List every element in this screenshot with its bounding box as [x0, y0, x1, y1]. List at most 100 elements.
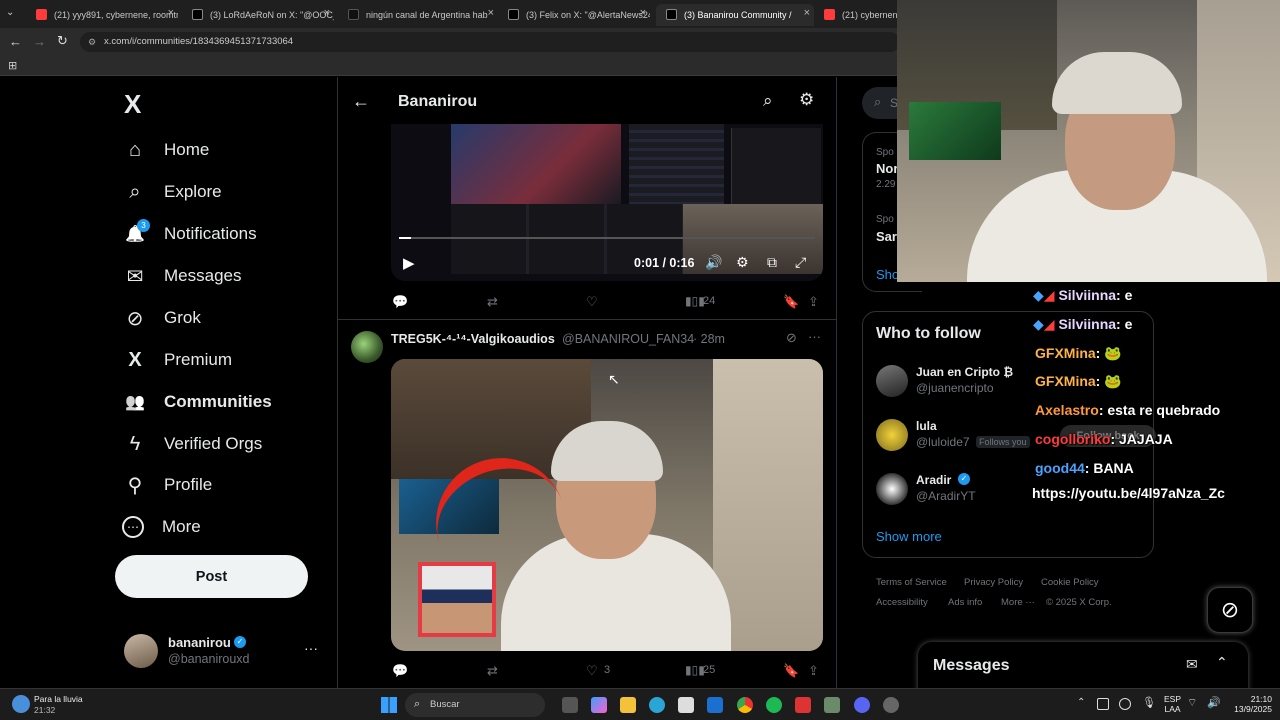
nav-messages[interactable]: ✉ Messages — [122, 259, 242, 293]
spotify-icon[interactable] — [766, 697, 782, 713]
share-icon[interactable]: ⇪ — [808, 663, 819, 679]
footer-privacy[interactable]: Privacy Policy — [964, 577, 1023, 588]
footer-accessibility[interactable]: Accessibility — [876, 597, 928, 608]
discord-icon[interactable] — [854, 697, 870, 713]
post-button[interactable]: Post — [115, 555, 308, 598]
clock[interactable]: 21:10 13/9/2025 — [1228, 694, 1272, 714]
forward-arrow-icon[interactable]: → — [33, 34, 46, 49]
footer-terms[interactable]: Terms of Service — [876, 577, 947, 588]
nav-home[interactable]: ⌂ Home — [122, 133, 209, 167]
search-icon[interactable]: ⌕ — [763, 91, 773, 111]
trend-title[interactable]: Sar — [876, 229, 897, 244]
messages-drawer[interactable]: Messages ✉ ⌃ — [918, 642, 1248, 688]
footer-more[interactable]: More ··· — [1001, 597, 1035, 608]
nav-explore[interactable]: ⌕ Explore — [122, 175, 221, 209]
volume-icon[interactable]: 🔊 — [1207, 696, 1221, 709]
site-info-icon[interactable]: ⚙ — [88, 32, 96, 52]
app-icon[interactable] — [883, 697, 899, 713]
account-switcher[interactable]: bananirou ✓ @bananirouxd ··· — [122, 632, 322, 672]
collapse-icon[interactable]: ⌃ — [1216, 654, 1228, 671]
grok-floating-button[interactable]: ⊘ — [1207, 587, 1253, 633]
close-icon[interactable]: × — [168, 7, 174, 19]
task-view-icon[interactable] — [562, 697, 578, 713]
post-more-icon[interactable]: ··· — [808, 329, 821, 344]
tray-icon[interactable] — [1097, 698, 1109, 710]
post2-handle[interactable]: @BANANIROU_FAN34 — [562, 332, 694, 346]
video-player[interactable]: ▶ 0:01 / 0:16 🔊 ⚙ ⧉ ⤢ — [391, 124, 823, 281]
account-more-icon[interactable]: ··· — [304, 640, 318, 656]
gear-icon[interactable]: ⚙ — [736, 254, 749, 271]
play-icon[interactable]: ▶ — [403, 254, 415, 272]
grok-icon[interactable]: ⊘ — [786, 330, 797, 346]
post2-avatar[interactable] — [351, 331, 383, 363]
like-icon[interactable]: ♡ — [586, 294, 598, 310]
new-message-icon[interactable]: ✉ — [1186, 656, 1198, 673]
suggestion-row[interactable]: Juan en Cripto ₿ @juanencripto — [876, 363, 1046, 399]
language-indicator[interactable]: ESP LAA — [1164, 694, 1181, 714]
views-icon[interactable]: ▮▯▮ — [685, 663, 705, 677]
bookmark-icon[interactable]: 🔖 — [783, 294, 799, 310]
footer-cookie[interactable]: Cookie Policy — [1041, 577, 1099, 588]
browser-tab[interactable]: (21) cybernene - — [814, 4, 904, 26]
tab-list-button[interactable]: ⌄ — [6, 7, 20, 21]
close-icon[interactable]: × — [804, 7, 810, 19]
reply-icon[interactable]: 💬 — [392, 663, 408, 679]
apps-grid-icon[interactable]: ⊞ — [8, 59, 17, 72]
fullscreen-icon[interactable]: ⤢ — [795, 254, 806, 271]
show-more-link[interactable]: Show more — [876, 529, 942, 544]
video-progress-bar[interactable] — [399, 237, 815, 239]
search-icon: ⌕ — [129, 180, 141, 203]
x-logo[interactable]: X — [124, 89, 141, 120]
edge-icon[interactable] — [649, 697, 665, 713]
browser-tab[interactable]: (3) LoRdAeRoN on X: "@OOC_I × — [182, 4, 334, 26]
close-icon[interactable]: × — [488, 7, 494, 19]
tray-icon[interactable] — [1119, 698, 1131, 710]
nav-verified-orgs[interactable]: ϟ Verified Orgs — [122, 427, 263, 461]
reload-icon[interactable]: ↻ — [57, 33, 68, 49]
repost-icon[interactable]: ⇄ — [487, 663, 498, 679]
pip-icon[interactable]: ⧉ — [767, 254, 777, 271]
app-icon[interactable] — [795, 697, 811, 713]
back-arrow-icon[interactable]: ← — [352, 91, 370, 112]
url-bar[interactable]: ⚙ x.com/i/communities/183436945137173306… — [80, 32, 900, 52]
reply-icon[interactable]: 💬 — [392, 294, 408, 310]
browser-tab[interactable]: ningún canal de Argentina hab × — [338, 4, 498, 26]
chrome-icon[interactable] — [737, 697, 753, 713]
wifi-icon[interactable]: ⌔ — [1187, 696, 1197, 710]
close-icon[interactable]: × — [324, 7, 330, 19]
nav-premium[interactable]: X Premium — [122, 343, 232, 377]
post2-image[interactable] — [391, 359, 823, 651]
repost-icon[interactable]: ⇄ — [487, 294, 498, 310]
volume-icon[interactable]: 🔊 — [705, 254, 722, 271]
browser-tab[interactable]: (3) Felix on X: "@AlertaNews24 × — [498, 4, 650, 26]
close-icon[interactable]: × — [640, 7, 646, 19]
nav-grok[interactable]: ⊘ Grok — [122, 301, 201, 335]
share-icon[interactable]: ⇪ — [808, 294, 819, 310]
nav-communities[interactable]: 👥 Communities — [122, 385, 272, 419]
nav-more[interactable]: ⋯ More — [122, 510, 201, 544]
file-explorer-icon[interactable] — [620, 697, 636, 713]
bookmark-icon[interactable]: 🔖 — [783, 663, 799, 679]
windows-start-icon[interactable] — [381, 697, 397, 713]
nav-profile[interactable]: ⚲ Profile — [122, 468, 213, 502]
microphone-icon[interactable]: 🎙 — [1142, 696, 1156, 709]
post2-author[interactable]: TREG5K-⁴-¹⁴-Valgikoaudios — [391, 332, 555, 346]
trend-title[interactable]: Nor — [876, 161, 898, 176]
show-more-link[interactable]: Sho — [876, 267, 899, 282]
search-icon: ⌕ — [874, 94, 882, 109]
like-icon[interactable]: ♡ — [586, 663, 598, 679]
avatar — [124, 634, 158, 668]
views-icon[interactable]: ▮▯▮ — [685, 294, 705, 308]
store-icon[interactable] — [678, 697, 694, 713]
gear-icon[interactable]: ⚙ — [799, 90, 814, 110]
app-icon[interactable] — [824, 697, 840, 713]
copilot-icon[interactable] — [591, 697, 607, 713]
tray-chevron-icon[interactable]: ⌃ — [1077, 697, 1085, 708]
browser-tab[interactable]: (21) yyy891, cybernene, roomtr × — [26, 4, 178, 26]
outlook-icon[interactable] — [707, 697, 723, 713]
weather-icon[interactable] — [12, 695, 30, 713]
taskbar-search[interactable]: ⌕ Buscar — [405, 693, 545, 717]
back-arrow-icon[interactable]: ← — [9, 34, 22, 49]
footer-ads[interactable]: Ads info — [948, 597, 982, 608]
browser-tab-active[interactable]: (3) Bananirou Community / × — [656, 4, 814, 26]
